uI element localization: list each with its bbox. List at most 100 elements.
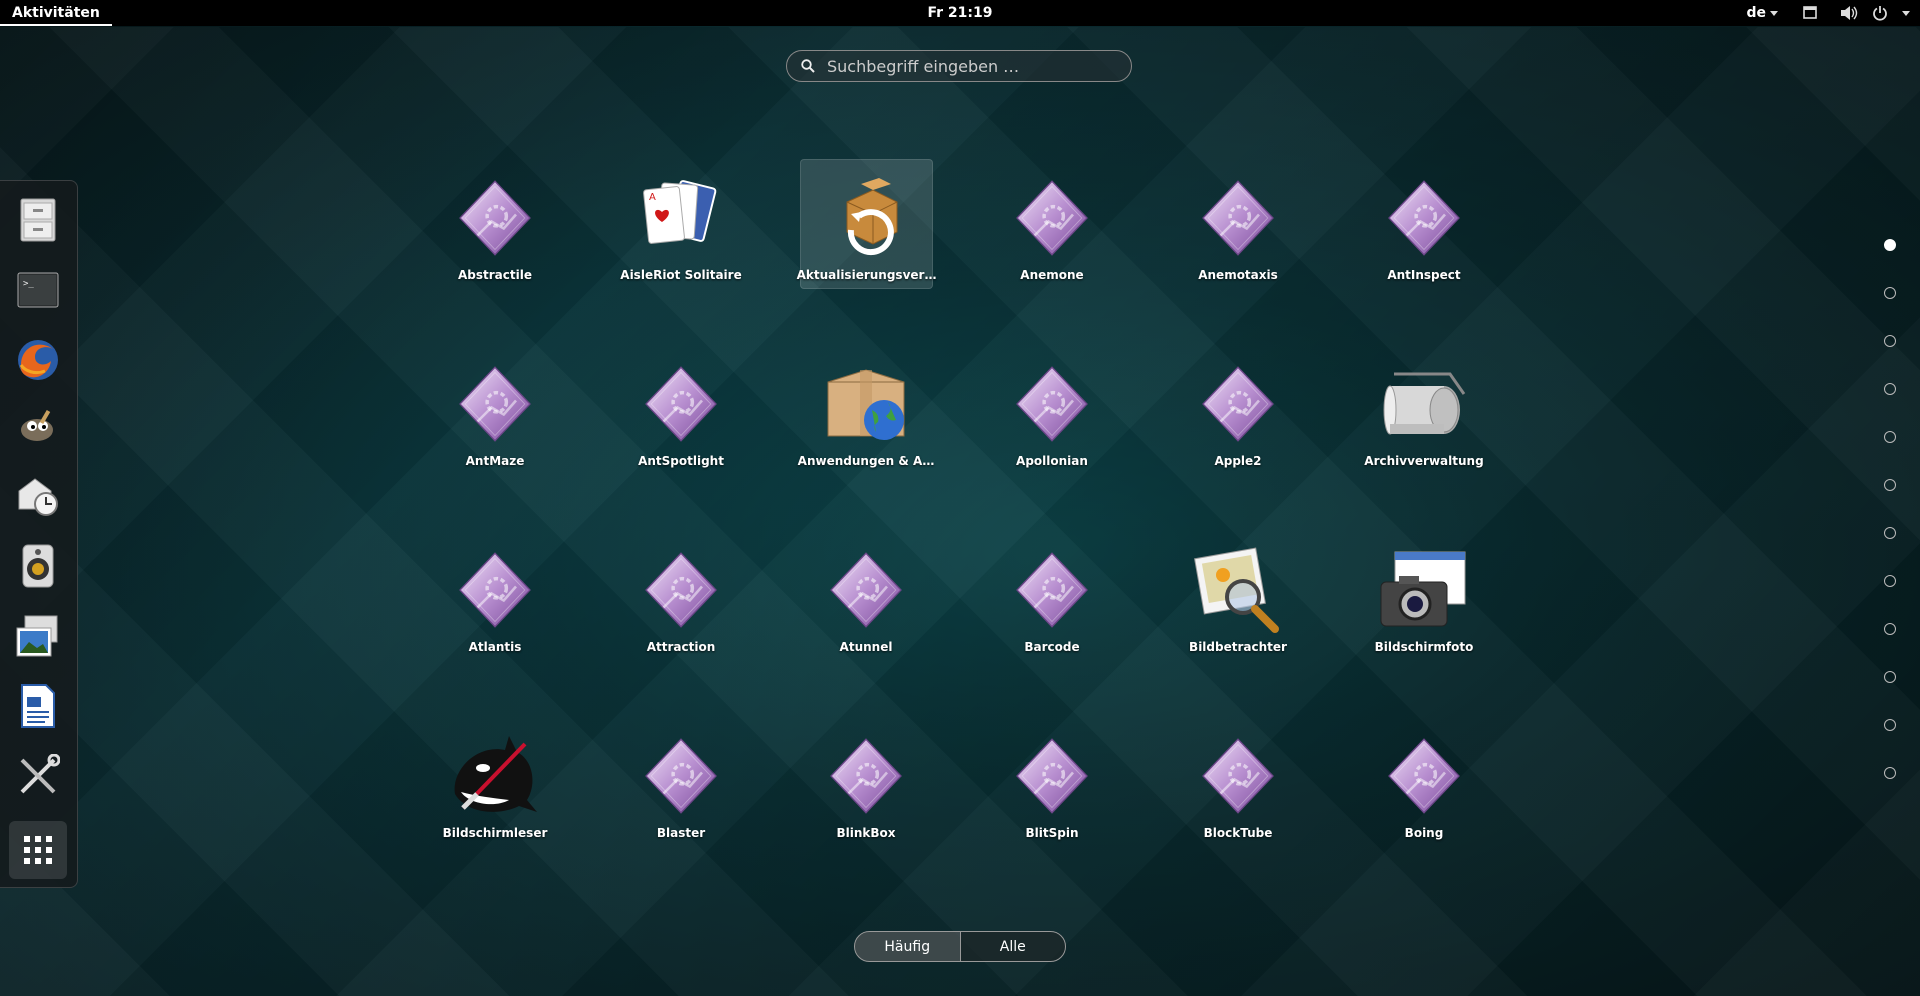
app-label: Archivverwaltung [1364,454,1484,468]
window-screen-icon[interactable] [1792,5,1826,21]
app-grid-icon [24,836,52,864]
app-abstractile[interactable]: Abstractile [430,160,560,288]
app-label: Attraction [646,640,716,654]
screensaver-icon [453,548,537,632]
app-atlantis[interactable]: Atlantis [430,532,560,660]
screensaver-icon [639,734,723,818]
app-label: Bildschirmleser [442,826,548,840]
page-dot-1[interactable] [1884,239,1896,251]
app-label: Anwendungen & A… [797,454,935,468]
dash-files[interactable] [9,191,67,249]
dash-show-applications[interactable] [9,821,67,879]
clock: Fr 21:19 [0,0,1920,26]
activities-button[interactable]: Aktivitäten [0,0,112,26]
archive-icon [1383,372,1466,435]
search-box[interactable] [786,50,1132,82]
app-antmaze[interactable]: AntMaze [430,346,560,474]
app-anemotaxis[interactable]: Anemotaxis [1173,160,1303,288]
app-label: Bildschirmfoto [1374,640,1474,654]
app-apollonian[interactable]: Apollonian [987,346,1117,474]
page-dot-7[interactable] [1884,527,1896,539]
app-blitspin[interactable]: BlitSpin [987,718,1117,846]
all-button[interactable]: Alle [961,932,1066,961]
dash-writer[interactable] [9,677,67,735]
page-dot-8[interactable] [1884,575,1896,587]
app-label: BlitSpin [1025,826,1079,840]
photos-icon [16,615,58,657]
app-label: BlockTube [1203,826,1273,840]
view-switch: Häufig Alle [854,931,1066,962]
app-archive-manager[interactable]: Archivverwaltung [1359,346,1489,474]
dash-gimp[interactable] [9,397,67,455]
page-dot-12[interactable] [1884,767,1896,779]
app-label: Aktualisierungsver… [796,268,937,282]
app-apple2[interactable]: Apple2 [1173,346,1303,474]
app-label: Anemone [1020,268,1084,282]
app-aisleriot-solitaire[interactable]: A AisleRiot Solitaire [616,160,746,288]
screensaver-icon [1196,734,1280,818]
dash-firefox[interactable] [9,331,67,389]
svg-text:>_: >_ [23,279,34,289]
svg-text:A: A [649,192,656,203]
screensaver-icon [453,176,537,260]
volume-icon[interactable] [1840,5,1858,21]
app-label: Apple2 [1214,454,1262,468]
app-image-viewer[interactable]: Bildbetrachter [1173,532,1303,660]
cards-icon: A [643,180,717,244]
screensaver-icon [1010,734,1094,818]
camera-icon [1380,551,1466,627]
speaker-icon [22,544,54,588]
dash-terminal[interactable]: >_ [9,261,67,319]
dash-evolution[interactable] [9,467,67,525]
app-screenshot[interactable]: Bildschirmfoto [1359,532,1489,660]
app-boing[interactable]: Boing [1359,718,1489,846]
app-label: Bildbetrachter [1189,640,1287,654]
terminal-icon: >_ [17,272,59,308]
page-dot-4[interactable] [1884,383,1896,395]
app-blaster[interactable]: Blaster [616,718,746,846]
frequent-button[interactable]: Häufig [855,932,961,961]
dash-shotwell[interactable] [9,607,67,665]
page-dot-5[interactable] [1884,431,1896,443]
page-dot-11[interactable] [1884,719,1896,731]
file-cabinet-icon [20,198,56,242]
app-blocktube[interactable]: BlockTube [1173,718,1303,846]
app-attraction[interactable]: Attraction [616,532,746,660]
app-label: Barcode [1024,640,1080,654]
dash-rhythmbox[interactable] [9,537,67,595]
package-globe-icon [827,369,905,440]
app-label: AntMaze [465,454,525,468]
app-label: Atunnel [839,640,893,654]
app-label: Anemotaxis [1198,268,1278,282]
app-antinspect[interactable]: AntInspect [1359,160,1489,288]
screensaver-icon [639,548,723,632]
power-icon[interactable] [1872,5,1888,21]
page-dot-3[interactable] [1884,335,1896,347]
app-anemone[interactable]: Anemone [987,160,1117,288]
app-label: Atlantis [468,640,522,654]
app-atunnel[interactable]: Atunnel [801,532,931,660]
dash-tools[interactable] [9,747,67,805]
search-input[interactable] [825,55,1119,77]
orca-icon [454,736,537,812]
app-barcode[interactable]: Barcode [987,532,1117,660]
page-dot-2[interactable] [1884,287,1896,299]
screensaver-icon [639,362,723,446]
language-indicator[interactable]: de [1746,5,1778,21]
app-antspotlight[interactable]: AntSpotlight [616,346,746,474]
app-software-sources[interactable]: Anwendungen & A… [798,346,934,474]
app-blinkbox[interactable]: BlinkBox [801,718,931,846]
system-menu-arrow-icon[interactable] [1902,10,1910,16]
app-update-manager[interactable]: Aktualisierungsver… [797,159,936,289]
screensaver-icon [1010,362,1094,446]
screensaver-icon [1196,176,1280,260]
screensaver-icon [1010,548,1094,632]
page-dot-6[interactable] [1884,479,1896,491]
page-dot-10[interactable] [1884,671,1896,683]
gimp-icon [21,409,53,441]
page-dot-9[interactable] [1884,623,1896,635]
clock-label[interactable]: Fr 21:19 [927,5,992,21]
screensaver-icon [1196,362,1280,446]
app-screen-reader[interactable]: Bildschirmleser [430,718,560,846]
screensaver-icon [824,734,908,818]
